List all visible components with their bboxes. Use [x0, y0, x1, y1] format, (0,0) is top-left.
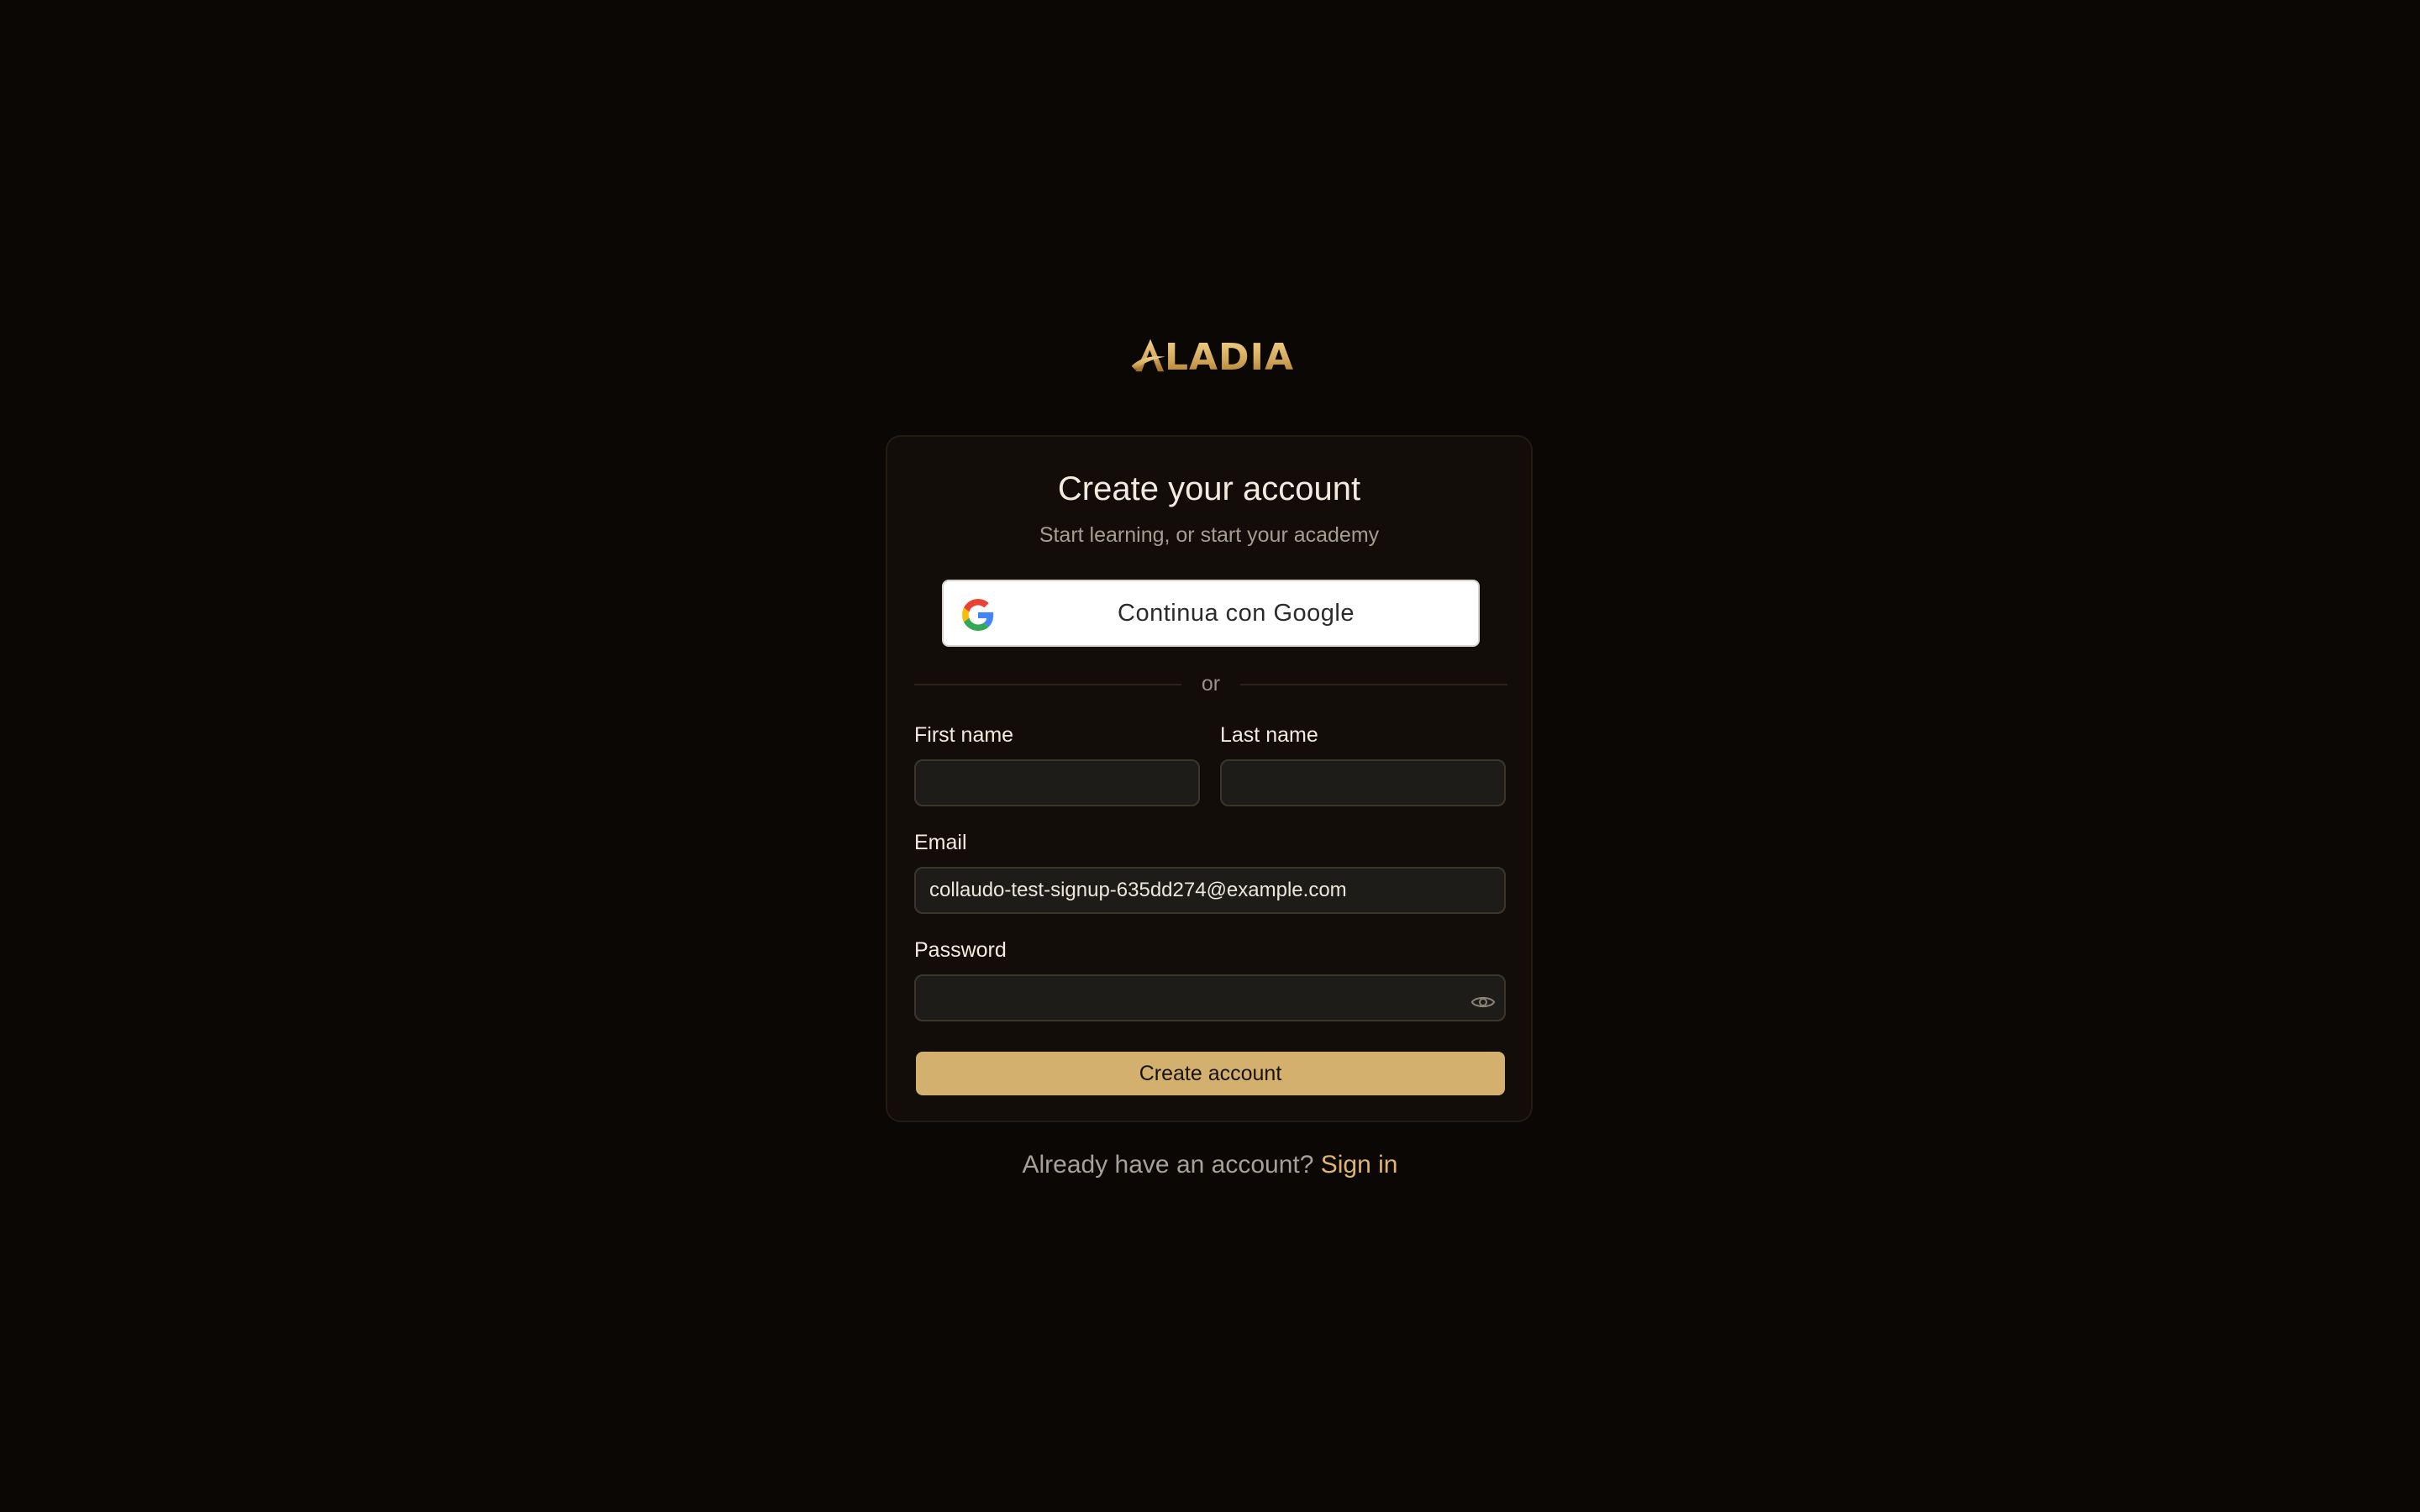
last-name-label: Last name: [1220, 723, 1318, 747]
last-name-input[interactable]: [1220, 759, 1506, 806]
aladia-logo: LADIA: [1130, 330, 1294, 379]
signup-card: Create your account Start learning, or s…: [886, 435, 1533, 1122]
logo-wordmark: LADIA: [1164, 336, 1294, 379]
password-input[interactable]: [914, 974, 1506, 1021]
google-button-label: Continua con Google: [1118, 600, 1355, 627]
divider-right: [1240, 684, 1507, 685]
card-title: Create your account: [1057, 470, 1361, 507]
first-name-input[interactable]: [914, 759, 1200, 806]
logo-a-mark: [1131, 339, 1165, 372]
google-icon: [962, 599, 994, 631]
google-signin-button[interactable]: Continua con Google: [942, 580, 1480, 647]
create-account-button[interactable]: Create account: [916, 1052, 1505, 1095]
signin-link[interactable]: Sign in: [1321, 1151, 1398, 1179]
email-label: Email: [914, 831, 967, 854]
card-subtitle: Start learning, or start your academy: [1039, 523, 1380, 547]
divider-left: [914, 684, 1181, 685]
divider-text: or: [1201, 672, 1221, 696]
first-name-label: First name: [914, 723, 1014, 747]
password-label: Password: [914, 938, 1007, 962]
eye-icon[interactable]: [1470, 990, 1496, 1015]
signup-page: LADIA Create your account Start learning…: [0, 0, 2420, 1512]
signin-prompt-text: Already have an account?: [1022, 1151, 1314, 1179]
signin-prompt: Already have an account? Sign in: [0, 1147, 2420, 1183]
email-input[interactable]: [914, 867, 1506, 914]
